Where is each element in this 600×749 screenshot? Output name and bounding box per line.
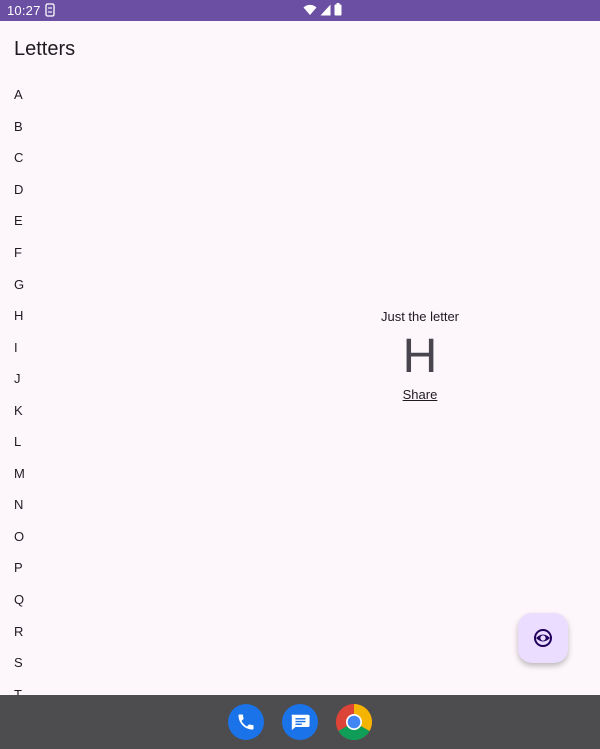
dock-bar	[0, 695, 600, 749]
detail-caption: Just the letter	[380, 309, 460, 324]
letter-list-item[interactable]: F	[0, 237, 200, 269]
chrome-app-button[interactable]	[336, 704, 372, 740]
letter-list-item[interactable]: G	[0, 268, 200, 300]
letter-list-item[interactable]: K	[0, 394, 200, 426]
letter-list-item[interactable]: S	[0, 647, 200, 679]
status-icons	[303, 3, 342, 16]
letter-list-item[interactable]: B	[0, 111, 200, 143]
share-link[interactable]: Share	[403, 387, 438, 402]
status-time: 10:27	[7, 3, 41, 18]
phone-icon	[238, 714, 254, 730]
letter-list-item[interactable]: D	[0, 174, 200, 206]
letter-list-item[interactable]: Q	[0, 584, 200, 616]
detail-pane: Just the letter H Share	[300, 300, 540, 404]
letter-list[interactable]: ABCDEFGHIJKLMNOPQRST	[0, 79, 200, 695]
messages-app-button[interactable]	[282, 704, 318, 740]
messages-icon	[291, 714, 310, 731]
letter-list-item[interactable]: N	[0, 489, 200, 521]
letter-list-item[interactable]: A	[0, 79, 200, 111]
battery-icon	[334, 3, 342, 16]
letter-list-item[interactable]: H	[0, 300, 200, 332]
letter-list-item[interactable]: M	[0, 458, 200, 490]
phone-app-button[interactable]	[228, 704, 264, 740]
letter-list-item[interactable]: E	[0, 205, 200, 237]
fab-button[interactable]	[518, 613, 568, 663]
sim-icon	[45, 3, 55, 17]
letter-list-item[interactable]: P	[0, 552, 200, 584]
app-screen: 10:27 Letters ABCDEFGHIJKLMNOPQRST Just …	[0, 0, 600, 749]
detail-letter: H	[402, 330, 438, 383]
letter-list-item[interactable]: L	[0, 426, 200, 458]
chrome-icon	[336, 704, 372, 740]
signal-icon	[320, 4, 331, 15]
status-bar: 10:27	[0, 0, 600, 21]
page-title: Letters	[14, 38, 76, 60]
letter-list-item[interactable]: I	[0, 331, 200, 363]
eye-icon	[534, 629, 552, 647]
letter-list-item[interactable]: T	[0, 678, 200, 695]
letter-list-item[interactable]: R	[0, 615, 200, 647]
letter-list-item[interactable]: J	[0, 363, 200, 395]
letter-list-item[interactable]: O	[0, 521, 200, 553]
wifi-icon	[303, 4, 317, 15]
letter-list-item[interactable]: C	[0, 142, 200, 174]
